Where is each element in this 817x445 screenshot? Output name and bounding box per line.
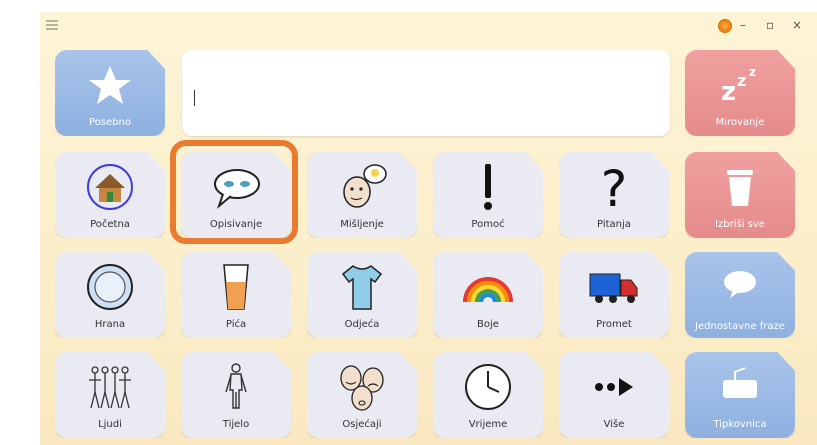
tile-help[interactable]: Pomoć (433, 152, 543, 238)
tile-opinion[interactable]: Mišljenje (307, 152, 417, 238)
rainbow-icon (463, 277, 513, 303)
selection-highlight (170, 140, 298, 244)
restore-button[interactable]: ▫ (766, 18, 774, 32)
app-logo-icon (718, 19, 732, 33)
tile-label: Mišljenje (340, 219, 384, 230)
tile-traffic[interactable]: Promet (559, 252, 669, 338)
tile-colors[interactable]: Boje (433, 252, 543, 338)
body-icon (225, 363, 247, 409)
tile-label: Ljudi (98, 419, 122, 430)
tile-drinks[interactable]: Pića (181, 252, 291, 338)
glass-icon (223, 264, 249, 310)
keyboard-icon (723, 367, 757, 398)
message-bar[interactable] (182, 50, 670, 136)
sleep-button[interactable]: z z z Mirovanje (685, 50, 795, 136)
sleep-label: Mirovanje (715, 117, 765, 128)
tile-time[interactable]: Vrijeme (433, 352, 543, 438)
tile-label: Hrana (94, 319, 126, 330)
star-icon (89, 66, 131, 104)
trash-icon (727, 170, 753, 206)
people-icon (89, 366, 131, 409)
tile-label: Osjećaji (342, 419, 382, 430)
tile-label: Tipkovnica (713, 419, 767, 430)
text-caret (194, 90, 195, 106)
tile-simple-phrases[interactable]: Jednostavne fraze (685, 252, 795, 338)
tile-label: Odjeća (344, 319, 380, 330)
svg-text:z: z (737, 71, 746, 90)
minimize-button[interactable]: – (740, 18, 746, 32)
tile-label: Boje (477, 319, 499, 330)
tile-label: Pomoć (471, 219, 505, 230)
svg-text:z: z (721, 77, 736, 107)
tile-label: Promet (596, 319, 632, 330)
tile-label: Jednostavne fraze (695, 321, 785, 332)
tile-label: Vrijeme (468, 419, 508, 430)
tile-people[interactable]: Ljudi (55, 352, 165, 438)
titlebar: – ▫ × (40, 12, 817, 40)
app-window: – ▫ × Posebno z z z Mirovanje Početna Op… (40, 12, 817, 445)
question-icon: ? (601, 162, 628, 212)
clock-icon (465, 364, 511, 410)
tile-label: Pića (225, 319, 247, 330)
tile-questions[interactable]: ? Pitanja (559, 152, 669, 238)
exclamation-icon (484, 164, 492, 210)
tile-feelings[interactable]: Osjećaji (307, 352, 417, 438)
tile-clear-all[interactable]: Izbriši sve (685, 152, 795, 238)
thinking-face-icon (343, 164, 387, 208)
tile-label: Pitanja (597, 219, 631, 230)
tile-home[interactable]: Početna (55, 152, 165, 238)
tile-label: Više (603, 419, 625, 430)
special-label: Posebno (89, 117, 131, 128)
plate-icon (87, 264, 133, 310)
close-button[interactable]: × (792, 18, 802, 32)
menu-icon[interactable] (46, 20, 58, 30)
tile-label: Izbriši sve (715, 219, 765, 230)
tile-body[interactable]: Tijelo (181, 352, 291, 438)
zzz-icon: z z z (721, 65, 756, 107)
tshirt-icon (341, 265, 383, 310)
tile-clothes[interactable]: Odjeća (307, 252, 417, 338)
tile-label: Početna (90, 219, 130, 230)
house-icon (87, 164, 133, 210)
svg-text:?: ? (601, 162, 628, 212)
more-arrow-icon (595, 378, 633, 396)
truck-icon (589, 273, 638, 303)
tile-more[interactable]: Više (559, 352, 669, 438)
speech-bubble-icon (724, 271, 756, 298)
faces-icon (340, 365, 384, 411)
svg-text:z: z (749, 65, 756, 79)
tile-keyboard[interactable]: Tipkovnica (685, 352, 795, 438)
tile-label: Tijelo (222, 419, 250, 430)
special-button[interactable]: Posebno (55, 50, 165, 136)
tile-food[interactable]: Hrana (55, 252, 165, 338)
